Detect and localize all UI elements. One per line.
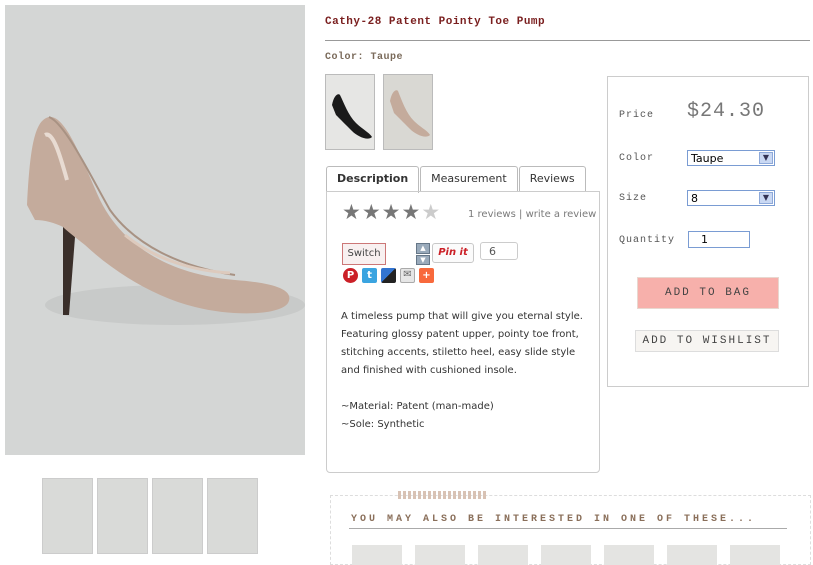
main-product-image[interactable] <box>5 5 305 455</box>
price-label: Price <box>619 110 655 121</box>
color-select-label: Color <box>619 153 655 164</box>
quantity-label: Quantity <box>619 235 676 246</box>
color-label: Color: Taupe <box>325 52 404 63</box>
thumbnail-pair[interactable] <box>42 478 93 554</box>
twitter-icon[interactable]: t <box>362 268 377 283</box>
sole-line: ~Sole: Synthetic <box>341 419 425 430</box>
swatch-black[interactable] <box>325 74 375 150</box>
pin-count: 6 <box>480 242 518 260</box>
also-divider <box>349 528 787 529</box>
related-product[interactable] <box>478 545 528 565</box>
image-thumbnails <box>42 478 258 554</box>
related-product[interactable] <box>667 545 717 565</box>
tab-reviews[interactable]: Reviews <box>518 166 586 191</box>
thumbnail-worn[interactable] <box>207 478 258 554</box>
reviews-count-link[interactable]: 1 reviews <box>468 209 516 220</box>
add-to-bag-button[interactable]: ADD TO BAG <box>637 277 779 309</box>
chevron-down-icon: ▼ <box>759 192 773 204</box>
star-filled-icon: ★ <box>381 200 401 224</box>
pinterest-icon[interactable]: P <box>343 268 358 283</box>
black-pump-icon <box>332 94 372 139</box>
write-review-link[interactable]: write a review <box>526 209 597 220</box>
add-to-wishlist-button[interactable]: ADD TO WISHLIST <box>635 330 779 352</box>
share-icons: P t ✉ + <box>343 268 434 283</box>
price-value: $24.30 <box>687 100 766 123</box>
size-select[interactable]: 8 ▼ <box>687 190 775 206</box>
reviews-separator: | <box>519 209 523 220</box>
related-product[interactable] <box>541 545 591 565</box>
taupe-pump-illustration <box>5 5 305 455</box>
email-icon[interactable]: ✉ <box>400 268 415 283</box>
size-select-value: 8 <box>691 192 698 205</box>
color-select-value: Taupe <box>691 152 724 165</box>
also-interested-title: YOU MAY ALSO BE INTERESTED IN ONE OF THE… <box>351 514 757 525</box>
size-select-label: Size <box>619 193 648 204</box>
pinit-button[interactable]: Pin it <box>432 243 474 263</box>
taupe-pump-icon <box>390 90 430 137</box>
description-paragraph: A timeless pump that will give you etern… <box>341 311 583 376</box>
related-product[interactable] <box>604 545 654 565</box>
chevron-down-icon: ▼ <box>759 152 773 164</box>
tab-measurement[interactable]: Measurement <box>420 166 518 191</box>
rating-stars: ★ ★ ★ ★ ★ <box>342 202 440 223</box>
color-select[interactable]: Taupe ▼ <box>687 150 775 166</box>
thumbnail-back[interactable] <box>152 478 203 554</box>
switch-button[interactable]: Switch <box>342 243 386 265</box>
swatch-taupe[interactable] <box>383 74 433 150</box>
color-swatches <box>325 74 433 150</box>
material-line: ~Material: Patent (man-made) <box>341 401 494 412</box>
product-title: Cathy-28 Patent Pointy Toe Pump <box>325 16 546 28</box>
decorative-trim <box>398 491 488 499</box>
related-product[interactable] <box>730 545 780 565</box>
delicious-icon[interactable] <box>381 268 396 283</box>
arrow-down-icon[interactable]: ▼ <box>416 254 430 265</box>
star-filled-icon: ★ <box>361 200 381 224</box>
switch-arrows: ▲ ▼ <box>416 243 430 265</box>
addthis-icon[interactable]: + <box>419 268 434 283</box>
star-filled-icon: ★ <box>342 200 361 224</box>
related-product[interactable] <box>415 545 465 565</box>
star-filled-icon: ★ <box>401 200 421 224</box>
quantity-input[interactable]: 1 <box>688 231 750 248</box>
reviews-links: 1 reviews | write a review <box>468 209 596 220</box>
also-items <box>352 545 780 565</box>
product-description: A timeless pump that will give you etern… <box>341 308 591 434</box>
tab-description[interactable]: Description <box>326 166 420 193</box>
star-empty-icon: ★ <box>421 200 441 224</box>
thumbnail-side[interactable] <box>97 478 148 554</box>
product-tabs: Description Measurement Reviews <box>326 166 587 193</box>
arrow-up-icon[interactable]: ▲ <box>416 243 430 254</box>
related-product[interactable] <box>352 545 402 565</box>
title-divider <box>325 40 810 41</box>
